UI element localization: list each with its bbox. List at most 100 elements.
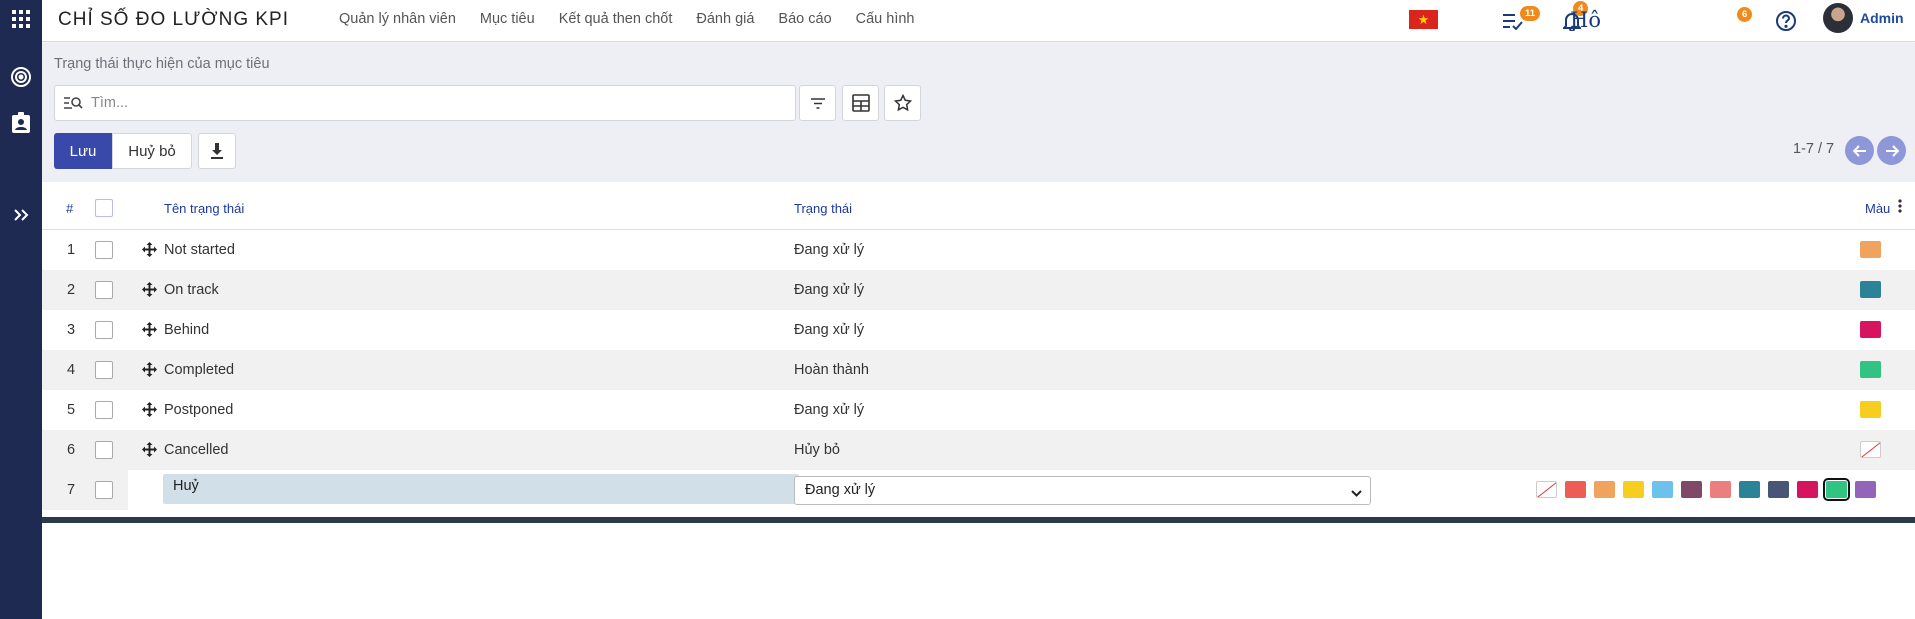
arrow-right-icon — [1885, 144, 1899, 157]
favorites-button[interactable] — [884, 85, 921, 121]
row-color-swatch[interactable] — [1860, 241, 1881, 258]
search-input[interactable] — [91, 92, 781, 114]
control-panel: Trạng thái thực hiện của mục tiêu Lưu Hu… — [42, 43, 1915, 182]
pager-previous-button[interactable] — [1845, 136, 1874, 165]
row-index-band — [42, 470, 128, 510]
row-checkbox[interactable] — [95, 281, 113, 299]
status-select[interactable]: Đang xử lý — [794, 476, 1371, 505]
drag-handle-icon[interactable] — [142, 322, 157, 342]
chevron-down-icon — [1351, 485, 1362, 501]
palette-color[interactable] — [1565, 481, 1586, 498]
pager-value: 1-7 / 7 — [1793, 141, 1835, 157]
row-status: Hoàn thành — [794, 362, 869, 378]
ho-text: Hô — [1570, 8, 1601, 32]
row-name: Behind — [164, 322, 210, 338]
menu-item-configuration[interactable]: Cấu hình — [856, 11, 915, 27]
app-title: CHỈ SỐ ĐO LƯỜNG KPI — [58, 9, 289, 30]
table-row[interactable]: 5 Postponed Đang xử lý — [42, 390, 1915, 430]
row-name: Not started — [164, 242, 235, 258]
menu-item-objectives[interactable]: Mục tiêu — [480, 11, 535, 27]
row-status: Đang xử lý — [794, 242, 865, 258]
row-index: 1 — [67, 242, 76, 258]
row-color-swatch[interactable] — [1860, 361, 1881, 378]
cancel-button[interactable]: Huỷ bỏ — [112, 133, 192, 169]
download-button[interactable] — [198, 133, 236, 169]
pager-next-button[interactable] — [1877, 136, 1906, 165]
table-row[interactable]: 4 Completed Hoàn thành — [42, 350, 1915, 390]
drag-handle-icon[interactable] — [142, 242, 157, 262]
arrow-left-icon — [1852, 144, 1866, 157]
expand-chevrons-icon[interactable] — [8, 202, 34, 228]
menu-item-evaluation[interactable]: Đánh giá — [696, 11, 754, 27]
palette-color[interactable] — [1681, 481, 1702, 498]
group-by-button[interactable] — [842, 85, 879, 121]
vietnam-flag-icon[interactable]: ★ — [1409, 10, 1438, 29]
status-name-input[interactable]: Huỷ — [163, 474, 799, 504]
row-checkbox[interactable] — [95, 321, 113, 339]
palette-color[interactable] — [1739, 481, 1760, 498]
palette-color-none[interactable] — [1536, 481, 1557, 498]
search-list-icon — [63, 95, 83, 116]
row-checkbox[interactable] — [95, 241, 113, 259]
target-icon[interactable] — [8, 64, 34, 90]
row-name: On track — [164, 282, 219, 298]
row-index: 5 — [67, 402, 76, 418]
drag-handle-icon[interactable] — [142, 402, 157, 422]
color-palette — [1536, 478, 1884, 501]
table-row[interactable]: 3 Behind Đang xử lý — [42, 310, 1915, 350]
breadcrumb: Trạng thái thực hiện của mục tiêu — [54, 56, 270, 72]
filter-icon — [810, 97, 825, 109]
top-navbar: CHỈ SỐ ĐO LƯỜNG KPI Quản lý nhân viên Mụ… — [42, 0, 1915, 42]
status-select-value: Đang xử lý — [805, 482, 876, 498]
palette-color[interactable] — [1710, 481, 1731, 498]
menu-item-employees[interactable]: Quản lý nhân viên — [339, 11, 456, 27]
clipboard-user-icon[interactable] — [8, 110, 34, 136]
filter-button[interactable] — [799, 85, 836, 121]
table-grid-icon — [851, 94, 870, 112]
header-color[interactable]: Màu — [1865, 201, 1890, 216]
row-checkbox[interactable] — [95, 481, 113, 499]
palette-color[interactable] — [1797, 481, 1818, 498]
drag-handle-icon[interactable] — [142, 282, 157, 302]
row-status: Hủy bỏ — [794, 442, 840, 458]
palette-color[interactable] — [1623, 481, 1644, 498]
palette-color[interactable] — [1768, 481, 1789, 498]
row-status: Đang xử lý — [794, 402, 865, 418]
header-index: # — [66, 201, 74, 216]
row-status: Đang xử lý — [794, 282, 865, 298]
menu-item-reports[interactable]: Báo cáo — [778, 11, 831, 27]
row-checkbox[interactable] — [95, 361, 113, 379]
drag-handle-icon[interactable] — [142, 442, 157, 462]
table-header: # Tên trạng thái Trạng thái Màu — [42, 182, 1915, 230]
row-checkbox[interactable] — [95, 441, 113, 459]
row-color-swatch[interactable] — [1860, 281, 1881, 298]
column-options-icon[interactable] — [1898, 199, 1902, 218]
save-button[interactable]: Lưu — [54, 133, 112, 169]
select-all-checkbox[interactable] — [95, 199, 113, 217]
menu-item-key-results[interactable]: Kết quả then chốt — [559, 11, 673, 27]
user-name[interactable]: Admin — [1860, 10, 1904, 26]
header-status[interactable]: Trạng thái — [794, 201, 852, 216]
row-checkbox[interactable] — [95, 401, 113, 419]
palette-color[interactable] — [1855, 481, 1876, 498]
palette-color[interactable] — [1594, 481, 1615, 498]
table-row[interactable]: 1 Not started Đang xử lý — [42, 230, 1915, 270]
palette-color[interactable] — [1652, 481, 1673, 498]
row-color-swatch[interactable] — [1860, 321, 1881, 338]
drag-handle-icon[interactable] — [142, 362, 157, 382]
apps-grid-icon[interactable] — [8, 6, 34, 32]
search-box[interactable] — [54, 85, 796, 121]
row-color-swatch[interactable] — [1860, 401, 1881, 418]
palette-color-selected[interactable] — [1823, 478, 1850, 501]
help-icon[interactable] — [1772, 7, 1800, 35]
table-row[interactable]: 2 On track Đang xử lý — [42, 270, 1915, 310]
table-row-editing[interactable]: 7 Huỷ Đang xử lý — [42, 470, 1915, 510]
row-index: 2 — [67, 282, 76, 298]
main-menu: Quản lý nhân viên Mục tiêu Kết quả then … — [339, 11, 939, 27]
row-color-swatch-none[interactable] — [1860, 441, 1881, 458]
header-name[interactable]: Tên trạng thái — [164, 201, 244, 216]
user-avatar[interactable] — [1823, 3, 1853, 33]
row-index: 6 — [67, 442, 76, 458]
table-row[interactable]: 6 Cancelled Hủy bỏ — [42, 430, 1915, 470]
row-name: Completed — [164, 362, 235, 378]
